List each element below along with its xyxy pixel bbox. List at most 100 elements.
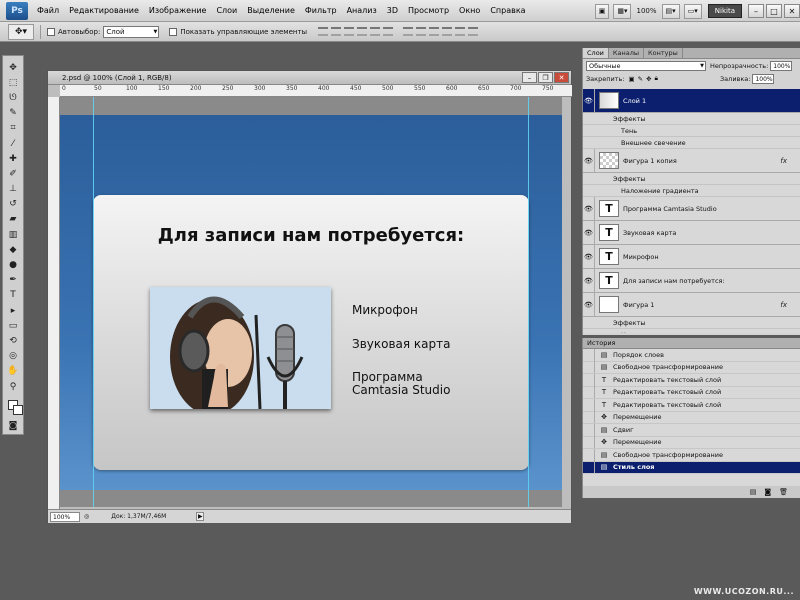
screen-mode-button[interactable]: ▭▾	[683, 3, 702, 19]
minimize-icon[interactable]: –	[748, 4, 764, 18]
blur-tool-icon[interactable]: ◆	[6, 243, 20, 256]
close-icon[interactable]: ✕	[784, 4, 800, 18]
effects-row[interactable]: Эффекты	[583, 113, 800, 125]
effect-item[interactable]: Тень	[583, 125, 800, 137]
horizontal-ruler[interactable]: 0 50 100 150 200 250 300 350 400 450 500 550 600 650 7…	[60, 85, 572, 97]
layer-row[interactable]: 👁︎ T Программа Camtasia Studio	[583, 196, 800, 221]
lock-all-icon[interactable]: 🔒︎	[655, 74, 658, 83]
fx-icon[interactable]: fx	[780, 157, 787, 165]
pen-tool-icon[interactable]: ✒	[6, 274, 20, 287]
layer-row[interactable]: 👁︎ Слой 1	[583, 89, 800, 113]
history-snapshot-box[interactable]	[583, 398, 595, 411]
effect-item[interactable]: Наложение градиента	[583, 329, 800, 334]
autoselect-checkbox[interactable]	[47, 27, 55, 36]
history-snapshot-box[interactable]	[583, 436, 595, 449]
effects-row[interactable]: Эффекты	[583, 173, 800, 185]
lock-position-icon[interactable]: ✥	[646, 75, 651, 83]
visibility-eye-icon[interactable]: 👁︎	[583, 196, 595, 221]
align-vcenter-icon[interactable]	[331, 27, 342, 36]
menu-item[interactable]: Просмотр	[403, 0, 454, 22]
layer-row[interactable]: 👁︎ T Звуковая карта	[583, 220, 800, 245]
distribute-top-icon[interactable]	[403, 27, 414, 36]
launch-bridge-button[interactable]: ▣	[594, 3, 610, 19]
history-snapshot-box[interactable]	[583, 386, 595, 399]
distribute-vcenter-icon[interactable]	[416, 27, 427, 36]
layer-row[interactable]: 👁︎ T Микрофон	[583, 244, 800, 269]
layer-row[interactable]: 👁︎ Фигура 1 копия fx	[583, 148, 800, 173]
menu-item[interactable]: Слои	[211, 0, 242, 22]
dodge-tool-icon[interactable]: ●	[6, 258, 20, 271]
new-snapshot-icon[interactable]: ◙	[764, 488, 771, 496]
shape-tool-icon[interactable]: ▭	[6, 319, 20, 332]
document-tab[interactable]: 2.psd @ 100% (Слой 1, RGB/8) – ❐ ✕	[48, 71, 571, 85]
distribute-right-icon[interactable]	[468, 27, 479, 36]
distribute-left-icon[interactable]	[442, 27, 453, 36]
align-left-icon[interactable]	[357, 27, 368, 36]
menu-item[interactable]: 3D	[382, 0, 403, 22]
history-snapshot-box[interactable]	[583, 361, 595, 374]
history-snapshot-box[interactable]	[583, 373, 595, 386]
marquee-tool-icon[interactable]: ⬚	[6, 76, 20, 89]
history-item[interactable]: ▤ Свободное трансформирование	[583, 448, 800, 462]
foreground-color-swatch[interactable]	[8, 400, 23, 416]
show-controls-checkbox[interactable]	[169, 27, 178, 36]
autoselect-dropdown[interactable]: Слой	[103, 25, 160, 38]
maximize-icon[interactable]: □	[766, 4, 782, 18]
fx-icon[interactable]: fx	[780, 301, 787, 309]
eyedropper-tool-icon[interactable]: ⁄	[6, 137, 20, 150]
menu-item[interactable]: Файл	[32, 0, 64, 22]
history-item[interactable]: ✥ Перемещение	[583, 436, 800, 449]
align-top-icon[interactable]	[318, 27, 329, 36]
3d-rotate-tool-icon[interactable]: ⟲	[6, 334, 20, 347]
guide-line-left[interactable]	[93, 97, 94, 507]
distribute-bottom-icon[interactable]	[429, 27, 440, 36]
menu-item[interactable]: Фильтр	[300, 0, 342, 22]
visibility-eye-icon[interactable]: 👁︎	[583, 89, 595, 113]
zoom-level[interactable]: 100%	[636, 7, 656, 15]
menu-item[interactable]: Окно	[454, 0, 485, 22]
delete-state-icon[interactable]: 🗑︎	[779, 488, 788, 496]
history-snapshot-box[interactable]	[583, 411, 595, 424]
lasso-tool-icon[interactable]: ᘎ	[6, 91, 20, 104]
status-info-icon[interactable]: ◎	[84, 513, 89, 520]
history-item[interactable]: T Редактировать текстовый слой	[583, 373, 800, 387]
history-item[interactable]: T Редактировать текстовый слой	[583, 386, 800, 399]
path-select-tool-icon[interactable]: ▸	[6, 304, 20, 317]
layers-tab[interactable]: Каналы	[609, 48, 645, 58]
hand-tool-icon[interactable]: ✋	[6, 365, 20, 378]
gradient-tool-icon[interactable]: ▥	[6, 228, 20, 241]
history-brush-tool-icon[interactable]: ↺	[6, 198, 20, 211]
doc-restore-icon[interactable]: ❐	[538, 72, 553, 83]
history-item[interactable]: ▤ Сдвиг	[583, 423, 800, 437]
move-tool-preset-icon[interactable]: ✥▾	[8, 23, 34, 40]
history-item[interactable]: ▤ Стиль слоя	[583, 461, 800, 474]
history-item[interactable]: T Редактировать текстовый слой	[583, 398, 800, 412]
eraser-tool-icon[interactable]: ▰	[6, 213, 20, 226]
effects-row[interactable]: Эффекты	[583, 317, 800, 329]
menu-item[interactable]: Анализ	[342, 0, 382, 22]
doc-close-icon[interactable]: ✕	[554, 72, 569, 83]
layer-row[interactable]: 👁︎ Фигура 1 fx	[583, 292, 800, 317]
align-hcenter-icon[interactable]	[370, 27, 381, 36]
visibility-eye-icon[interactable]: 👁︎	[583, 292, 595, 317]
visibility-eye-icon[interactable]: 👁︎	[583, 148, 595, 173]
menu-item[interactable]: Редактирование	[64, 0, 144, 22]
arrange-documents-button[interactable]: ▤▾	[661, 3, 680, 19]
vertical-ruler[interactable]	[48, 97, 60, 511]
status-menu-arrow-icon[interactable]: ▶	[196, 512, 205, 521]
opacity-input[interactable]: 100%	[770, 60, 793, 71]
menu-item[interactable]: Изображение	[144, 0, 212, 22]
history-item[interactable]: ▤ Свободное трансформирование	[583, 361, 800, 374]
visibility-eye-icon[interactable]: 👁︎	[583, 268, 595, 293]
3d-orbit-tool-icon[interactable]: ◎	[6, 350, 20, 363]
crop-tool-icon[interactable]: ⌗	[6, 122, 20, 135]
lock-transparency-icon[interactable]: ▣	[628, 75, 634, 83]
visibility-eye-icon[interactable]: 👁︎	[583, 244, 595, 269]
blend-mode-dropdown[interactable]: Обычные	[586, 60, 706, 71]
history-item[interactable]: ✥ Перемещение	[583, 411, 800, 424]
fill-input[interactable]: 100%	[752, 73, 775, 84]
guide-line-right[interactable]	[528, 97, 529, 507]
visibility-eye-icon[interactable]: 👁︎	[583, 220, 595, 245]
quick-select-tool-icon[interactable]: ✎	[6, 107, 20, 120]
layer-row[interactable]: 👁︎ T Для записи нам потребуется:	[583, 268, 800, 293]
